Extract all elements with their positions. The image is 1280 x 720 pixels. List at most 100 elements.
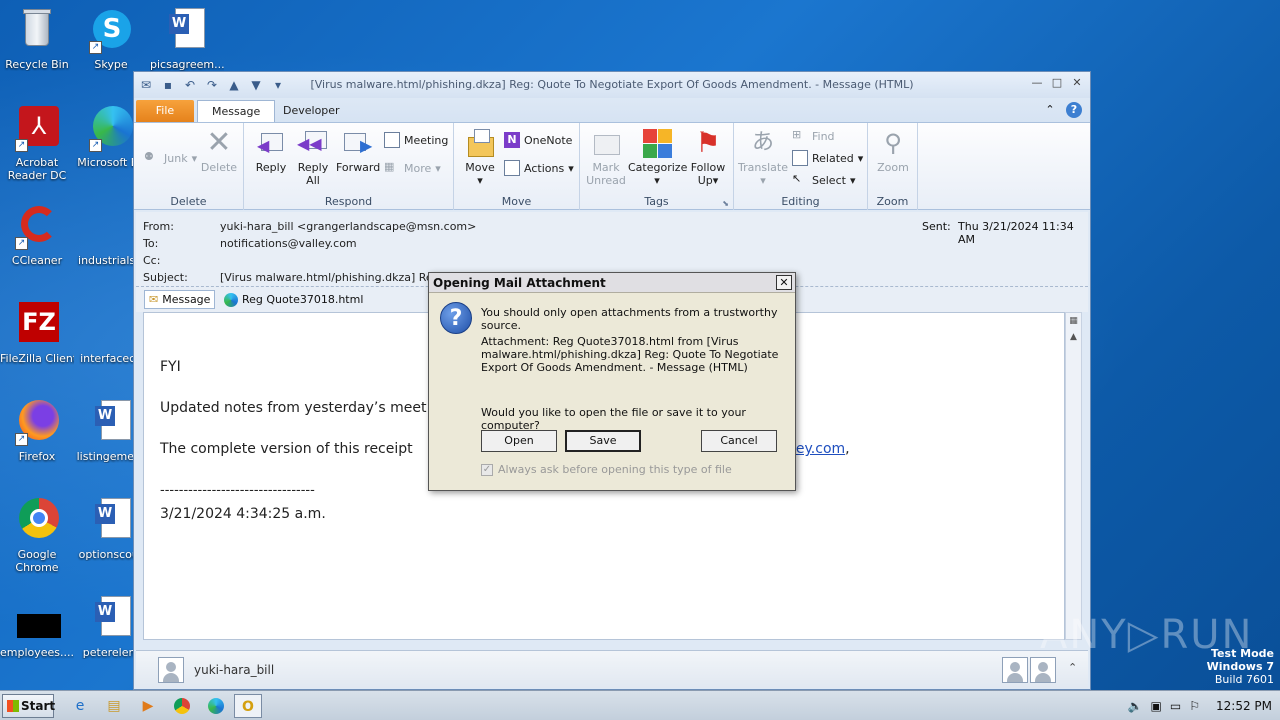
opening-attachment-dialog: Opening Mail Attachment ✕ ? You should o…: [428, 272, 796, 491]
contact-avatar[interactable]: [1030, 657, 1056, 683]
blank-file-icon: [87, 202, 135, 250]
related-icon: [792, 150, 808, 166]
to-value[interactable]: notifications@valley.com: [220, 237, 357, 250]
envelope-icon: [590, 127, 622, 159]
reply-icon: ◀: [255, 127, 287, 159]
reply-all-button[interactable]: ◀◀ Reply All: [294, 127, 332, 187]
forward-button[interactable]: ▶ Forward: [336, 127, 380, 174]
related-button[interactable]: Related ▾: [792, 149, 863, 167]
delete-x-icon: ✕: [206, 125, 232, 160]
tab-file[interactable]: File: [136, 100, 194, 122]
minimize-icon[interactable]: —: [1030, 76, 1044, 90]
dropdown-arrow-icon: ▾: [191, 151, 198, 165]
body-link-tail[interactable]: ley.com,: [792, 441, 850, 457]
contact-avatar[interactable]: [1002, 657, 1028, 683]
black-file-icon: [13, 594, 61, 642]
network-icon[interactable]: ▣: [1151, 699, 1162, 713]
sent-label: Sent:: [922, 220, 951, 233]
expand-people-pane-icon[interactable]: ⌃: [1068, 661, 1077, 674]
taskbar-ie-icon[interactable]: e: [66, 694, 94, 718]
group-label: Editing: [781, 195, 820, 208]
collapse-ribbon-icon[interactable]: ⌃: [1042, 102, 1058, 118]
desktop-icon-label: Firefox: [18, 450, 56, 463]
close-icon[interactable]: ✕: [1070, 76, 1084, 90]
tab-developer[interactable]: Developer: [269, 100, 354, 122]
more-icon: ▦: [384, 160, 395, 173]
shortcut-arrow-icon: ↗: [15, 433, 28, 446]
ribbon-tab-icons: ⌃ ?: [1042, 102, 1082, 118]
mark-unread-button[interactable]: Mark Unread: [584, 127, 628, 187]
taskbar-edge-icon[interactable]: [202, 694, 230, 718]
desktop-icon-employees[interactable]: employees....: [0, 594, 74, 659]
find-button[interactable]: ⊞ Find: [792, 127, 835, 145]
people-pane-name[interactable]: yuki-hara_bill: [194, 663, 274, 677]
taskbar-explorer-icon[interactable]: ▤: [100, 694, 128, 718]
firefox-icon: ↗: [13, 398, 61, 446]
action-center-flag-icon[interactable]: ⚐: [1189, 699, 1200, 713]
desktop-icon-firefox[interactable]: ↗ Firefox: [0, 398, 74, 463]
desktop-icon-chrome[interactable]: Google Chrome: [0, 496, 74, 574]
move-button[interactable]: Move ▾: [460, 127, 500, 187]
delete-button[interactable]: ✕ Delete: [200, 125, 238, 175]
power-icon[interactable]: ▭: [1170, 699, 1181, 713]
desktop-icon-recycle-bin[interactable]: Recycle Bin: [0, 6, 74, 71]
help-icon[interactable]: ?: [1066, 102, 1082, 118]
desktop-icon-ccleaner[interactable]: ↗ CCleaner: [0, 202, 74, 267]
word-document-icon: W: [87, 594, 135, 642]
ribbon-tabs: File Message Developer ⌃ ?: [134, 98, 1090, 122]
ribbon-group-tags: Mark Unread Categorize ▾ ⚑ Follow Up▾ Ta…: [580, 123, 734, 210]
desktop-icon-acrobat[interactable]: ⅄ ↗ Acrobat Reader DC: [0, 104, 74, 182]
zoom-button[interactable]: ⚲ Zoom: [872, 127, 914, 174]
desktop-icon-skype[interactable]: S ↗ Skype: [74, 6, 148, 71]
body-scrollbar[interactable]: ▦ ▲: [1065, 312, 1082, 640]
volume-icon[interactable]: 🔈: [1128, 699, 1143, 713]
scroll-up-icon[interactable]: ▲: [1066, 329, 1081, 345]
scroll-options-icon[interactable]: ▦: [1066, 313, 1081, 329]
actions-button[interactable]: Actions ▾: [504, 159, 574, 177]
attachment-message-tab[interactable]: ✉ Message: [144, 290, 216, 309]
onenote-button[interactable]: N OneNote: [504, 131, 572, 149]
taskbar-chrome-icon[interactable]: [168, 694, 196, 718]
always-ask-checkbox[interactable]: ✓ Always ask before opening this type of…: [481, 463, 732, 476]
translate-button[interactable]: あ Translate ▾: [738, 127, 788, 187]
question-icon: ?: [440, 302, 472, 334]
attachment-file[interactable]: Reg Quote37018.html: [220, 290, 367, 309]
dialog-warning: You should only open attachments from a …: [481, 306, 778, 332]
taskbar-clock[interactable]: 12:52 PM: [1216, 699, 1272, 713]
tab-message[interactable]: Message: [197, 100, 276, 122]
desktop-icon-filezilla[interactable]: FZ FileZilla Client: [0, 300, 74, 365]
dialog-launcher-icon[interactable]: ⬊: [722, 199, 729, 208]
desktop-icon-label: picsagreem...: [150, 58, 224, 71]
taskbar-media-player-icon[interactable]: ▶: [134, 694, 162, 718]
save-button[interactable]: Save: [565, 430, 641, 452]
desktop-icon-label: CCleaner: [11, 254, 63, 267]
forward-icon: ▶: [342, 127, 374, 159]
maximize-icon[interactable]: □: [1050, 76, 1064, 90]
meeting-button[interactable]: Meeting: [384, 131, 448, 149]
dialog-attachment-line3: Export Of Goods Amendment. - Message (HT…: [481, 361, 748, 374]
sender-avatar: [158, 657, 184, 683]
from-value[interactable]: yuki-hara_bill <grangerlandscape@msn.com…: [220, 220, 476, 233]
body-link[interactable]: ley.com: [792, 441, 845, 457]
window-controls: — □ ✕: [1030, 76, 1084, 90]
categorize-button[interactable]: Categorize ▾: [628, 127, 687, 187]
cancel-button[interactable]: Cancel: [701, 430, 777, 452]
more-respond-button[interactable]: ▦ More ▾: [384, 159, 441, 177]
reply-button[interactable]: ◀ Reply: [252, 127, 290, 174]
select-button[interactable]: ↖ Select ▾: [792, 171, 855, 189]
shortcut-arrow-icon: ↗: [89, 41, 102, 54]
open-button[interactable]: Open: [481, 430, 557, 452]
dialog-close-icon[interactable]: ✕: [776, 275, 792, 290]
dialog-attachment-line1: Attachment: Reg Quote37018.html from [Vi…: [481, 335, 739, 348]
start-button[interactable]: Start: [2, 694, 55, 718]
follow-up-button[interactable]: ⚑ Follow Up▾: [688, 127, 728, 188]
desktop-icon-picsagreem[interactable]: W picsagreem...: [150, 6, 224, 71]
watermark-line3: Build 7601: [1214, 673, 1274, 686]
taskbar-outlook-icon[interactable]: O: [234, 694, 262, 718]
body-line-receipt: The complete version of this receipt: [160, 441, 413, 457]
dropdown-arrow-icon: ▾: [849, 173, 856, 187]
recycle-bin-icon: [13, 6, 61, 54]
junk-button[interactable]: ⚉ Junk ▾: [144, 149, 197, 167]
to-label: To:: [143, 237, 159, 250]
group-label: Tags: [644, 195, 669, 208]
